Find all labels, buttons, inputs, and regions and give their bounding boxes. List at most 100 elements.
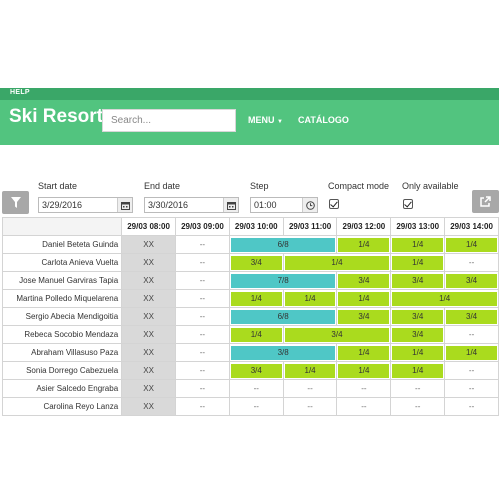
booking-slot[interactable]: 1/4 — [444, 343, 499, 362]
empty-slot[interactable]: -- — [175, 361, 230, 380]
search-input[interactable] — [102, 109, 236, 132]
calendar-icon[interactable] — [223, 198, 238, 212]
occupancy-chip[interactable]: 3/4 — [284, 327, 390, 342]
booking-slot[interactable]: 3/4 — [444, 271, 499, 290]
booking-slot[interactable]: 1/4 — [336, 289, 392, 308]
step-input[interactable]: 01:00 — [250, 197, 318, 213]
empty-slot[interactable]: -- — [282, 397, 338, 416]
export-button[interactable] — [472, 190, 499, 213]
calendar-icon[interactable] — [117, 198, 132, 212]
occupancy-chip[interactable]: 3/4 — [392, 309, 444, 324]
empty-slot[interactable]: -- — [175, 307, 230, 326]
booking-slot[interactable]: 7/8 — [228, 271, 338, 290]
empty-slot[interactable]: -- — [444, 253, 499, 272]
booking-slot[interactable]: 3/8 — [228, 343, 338, 362]
occupancy-chip[interactable]: 1/4 — [230, 291, 282, 306]
occupancy-chip[interactable]: 3/8 — [230, 345, 336, 360]
occupancy-chip[interactable]: 3/4 — [230, 255, 282, 270]
booking-slot[interactable]: 1/4 — [390, 361, 446, 380]
occupancy-chip[interactable]: 1/4 — [392, 255, 444, 270]
occupancy-chip[interactable]: 3/4 — [392, 273, 444, 288]
booking-slot[interactable]: 1/4 — [390, 289, 499, 308]
occupancy-chip[interactable]: 1/4 — [392, 237, 444, 252]
booking-slot[interactable]: 6/8 — [228, 307, 338, 326]
menu-dropdown[interactable]: MENU ▼ — [248, 115, 283, 125]
occupancy-chip[interactable]: 1/4 — [392, 291, 497, 306]
occupancy-chip[interactable]: 1/4 — [446, 237, 497, 252]
only-available-checkbox[interactable] — [403, 199, 413, 209]
booking-slot[interactable]: 1/4 — [282, 361, 338, 380]
occupancy-chip[interactable]: 3/4 — [230, 363, 282, 378]
occupancy-chip[interactable]: 1/4 — [338, 363, 390, 378]
booking-slot[interactable]: 1/4 — [444, 235, 499, 254]
occupancy-chip[interactable]: 3/4 — [446, 309, 497, 324]
occupancy-chip[interactable]: 1/4 — [230, 327, 282, 342]
booking-slot[interactable]: 1/4 — [390, 253, 446, 272]
booking-slot[interactable]: 1/4 — [390, 235, 446, 254]
empty-slot[interactable]: -- — [175, 235, 230, 254]
booking-slot[interactable]: 3/4 — [228, 361, 284, 380]
occupancy-chip[interactable]: 1/4 — [338, 345, 390, 360]
booking-slot[interactable]: 3/4 — [390, 307, 446, 326]
empty-slot[interactable]: -- — [444, 379, 499, 398]
occupancy-chip[interactable]: 7/8 — [230, 273, 336, 288]
empty-slot[interactable]: -- — [336, 379, 392, 398]
booking-slot[interactable]: 1/4 — [228, 325, 284, 344]
booking-slot[interactable]: 3/4 — [444, 307, 499, 326]
start-date-input[interactable]: 3/29/2016 — [38, 197, 133, 213]
empty-slot[interactable]: -- — [175, 325, 230, 344]
booking-slot[interactable]: 3/4 — [228, 253, 284, 272]
booking-slot[interactable]: 1/4 — [282, 289, 338, 308]
booking-slot[interactable]: 1/4 — [282, 253, 392, 272]
empty-slot[interactable]: -- — [336, 397, 392, 416]
occupancy-chip[interactable]: 1/4 — [284, 255, 390, 270]
end-date-input[interactable]: 3/30/2016 — [144, 197, 239, 213]
empty-slot[interactable]: -- — [444, 325, 499, 344]
empty-slot[interactable]: -- — [228, 397, 284, 416]
occupancy-chip[interactable]: 1/4 — [392, 345, 444, 360]
help-link[interactable]: HELP — [10, 89, 30, 96]
empty-slot[interactable]: -- — [175, 271, 230, 290]
clock-icon[interactable] — [302, 198, 317, 212]
occupancy-chip[interactable]: 1/4 — [284, 291, 336, 306]
empty-slot[interactable]: -- — [282, 379, 338, 398]
brand-logo[interactable]: Ski Resort — [9, 106, 103, 128]
booking-slot[interactable]: 3/4 — [390, 325, 446, 344]
empty-slot[interactable]: -- — [228, 379, 284, 398]
booking-slot[interactable]: 3/4 — [336, 271, 392, 290]
empty-slot[interactable]: -- — [175, 289, 230, 308]
empty-slot[interactable]: -- — [390, 397, 446, 416]
booking-slot[interactable]: 3/4 — [390, 271, 446, 290]
booking-slot[interactable]: 3/4 — [336, 307, 392, 326]
occupancy-chip[interactable]: 6/8 — [230, 309, 336, 324]
empty-slot[interactable]: -- — [390, 379, 446, 398]
start-date-label: Start date — [38, 181, 78, 191]
empty-slot[interactable]: -- — [444, 361, 499, 380]
compact-mode-checkbox[interactable] — [329, 199, 339, 209]
booking-slot[interactable]: 1/4 — [336, 361, 392, 380]
empty-slot[interactable]: -- — [444, 397, 499, 416]
filter-button[interactable] — [2, 191, 29, 214]
booking-slot[interactable]: 1/4 — [228, 289, 284, 308]
empty-slot[interactable]: -- — [175, 379, 230, 398]
occupancy-chip[interactable]: 1/4 — [338, 291, 390, 306]
empty-slot[interactable]: -- — [175, 343, 230, 362]
booking-slot[interactable]: 1/4 — [390, 343, 446, 362]
occupancy-chip[interactable]: 3/4 — [338, 309, 390, 324]
occupancy-chip[interactable]: 1/4 — [446, 345, 497, 360]
booking-slot[interactable]: 1/4 — [336, 343, 392, 362]
instructor-name: Daniel Beteta Guinda — [2, 235, 123, 254]
catalog-link[interactable]: CATÁLOGO — [298, 115, 349, 125]
occupancy-chip[interactable]: 3/4 — [392, 327, 444, 342]
occupancy-chip[interactable]: 6/8 — [230, 237, 336, 252]
occupancy-chip[interactable]: 1/4 — [392, 363, 444, 378]
booking-slot[interactable]: 6/8 — [228, 235, 338, 254]
occupancy-chip[interactable]: 3/4 — [338, 273, 390, 288]
booking-slot[interactable]: 1/4 — [336, 235, 392, 254]
occupancy-chip[interactable]: 1/4 — [338, 237, 390, 252]
empty-slot[interactable]: -- — [175, 253, 230, 272]
occupancy-chip[interactable]: 1/4 — [284, 363, 336, 378]
empty-slot[interactable]: -- — [175, 397, 230, 416]
booking-slot[interactable]: 3/4 — [282, 325, 392, 344]
occupancy-chip[interactable]: 3/4 — [446, 273, 497, 288]
